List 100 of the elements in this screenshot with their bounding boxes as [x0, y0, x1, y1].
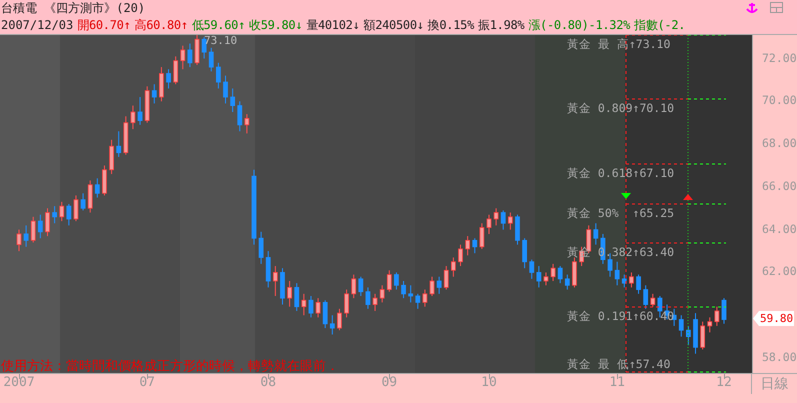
- candlestick: [237, 100, 242, 132]
- golden-level-label: 黃金 最 高↑73.10: [567, 37, 670, 51]
- candlestick: [166, 68, 171, 89]
- candlestick: [436, 276, 442, 294]
- candlestick: [173, 56, 178, 85]
- candlestick: [358, 276, 364, 296]
- candlestick: [722, 298, 726, 324]
- candlestick: [188, 43, 192, 68]
- price-tick-label: 66.00: [762, 178, 797, 193]
- candlestick: [450, 256, 456, 278]
- candlestick: [678, 314, 684, 338]
- candlestick: [458, 244, 463, 267]
- candlestick: [266, 250, 271, 288]
- candlestick: [24, 224, 29, 248]
- candlestick: [366, 286, 370, 310]
- candlestick: [558, 266, 563, 284]
- candlestick: [94, 178, 100, 198]
- candlestick: [351, 274, 356, 299]
- candlestick: [636, 274, 641, 294]
- candlestick: [430, 276, 434, 296]
- candlestick: [322, 300, 328, 329]
- candlestick: [230, 88, 236, 113]
- candlestick: [180, 45, 186, 70]
- candlestick: [486, 214, 492, 234]
- quote-value: 開60.70↑: [77, 17, 130, 34]
- candlestick: [529, 259, 534, 280]
- candlestick: [223, 75, 228, 104]
- golden-level-label: 黃金 50% ↑65.25: [567, 206, 674, 220]
- candlestick: [550, 263, 556, 282]
- candlestick: [494, 208, 499, 226]
- candlestick: [500, 210, 506, 230]
- candlestick: [59, 201, 64, 222]
- anchor-icon[interactable]: [746, 2, 758, 14]
- candlestick: [472, 238, 478, 254]
- price-tick-label: 64.00: [762, 222, 797, 236]
- candlestick: [508, 212, 513, 230]
- candlestick: [45, 208, 50, 237]
- grid-icon[interactable]: [770, 2, 783, 13]
- candlestick: [564, 274, 570, 290]
- candlestick: [479, 222, 484, 250]
- candlestick: [700, 321, 706, 350]
- date-tick-label: 09: [381, 375, 398, 390]
- candlestick: [380, 284, 385, 303]
- candlestick: [152, 84, 157, 104]
- candlestick: [422, 289, 428, 308]
- candlestick: [301, 293, 306, 316]
- candlestick: [272, 266, 278, 296]
- candlestick: [515, 214, 520, 246]
- candlestick: [244, 114, 250, 134]
- candlestick: [714, 306, 720, 326]
- price-tick-label: 72.00: [762, 50, 797, 65]
- candlestick: [394, 272, 399, 290]
- date-tick-label: 08: [260, 375, 276, 390]
- candlestick: [258, 231, 264, 264]
- candlestick: [74, 194, 78, 222]
- golden-level-label: 黃金 最 低↑57.40: [567, 357, 670, 371]
- candlestick: [316, 298, 320, 318]
- quote-value: 低59.60↑: [192, 17, 245, 34]
- golden-level-label: 黃金 0.618↑67.10: [567, 166, 674, 180]
- candlestick: [88, 180, 93, 214]
- candlestick: [66, 204, 72, 226]
- quote-value: 收59.80↓: [249, 17, 302, 34]
- date-tick-label: 2007: [3, 375, 35, 390]
- candlestick: [159, 66, 164, 102]
- candlestick: [686, 325, 691, 346]
- date-tick-label: 07: [139, 375, 155, 390]
- candlestick: [38, 214, 43, 239]
- candlestick: [102, 164, 107, 196]
- candlestick: [707, 316, 712, 333]
- quote-value: 振1.98%: [478, 17, 524, 34]
- price-tick-label: 68.00: [762, 136, 797, 150]
- quote-value: 額240500↓: [364, 17, 424, 34]
- quote-value: 換0.15%: [428, 17, 474, 34]
- usage-note: 使用方法：當時間和價格成正方形的時候，轉勢就在眼前．: [1, 358, 339, 375]
- date-tick-label: 11: [609, 375, 625, 390]
- candlestick: [337, 308, 342, 331]
- candlestick: [629, 272, 634, 288]
- period-label: 日線: [751, 374, 797, 394]
- candlestick: [415, 293, 420, 310]
- date-tick-label: 10: [481, 375, 497, 390]
- candlestick: [401, 280, 406, 299]
- price-tick-label: 62.00: [762, 264, 797, 278]
- candlestick: [287, 280, 292, 308]
- quote-value: 漲(-0.80)-1.32%: [528, 17, 630, 34]
- candlestick: [294, 282, 300, 312]
- candlestick: [130, 105, 136, 130]
- candlestick: [650, 293, 656, 308]
- candlestick: [536, 266, 542, 288]
- candlestick: [522, 238, 528, 269]
- candlestick: [444, 266, 449, 290]
- candlestick: [593, 222, 598, 246]
- candlestick: [116, 130, 122, 158]
- chart-title: 台積電 《四方測市》(20): [1, 0, 146, 17]
- candlestick: [308, 295, 314, 318]
- candlestick: [30, 216, 36, 244]
- candlestick: [194, 35, 200, 66]
- candlestick: [52, 206, 58, 224]
- candlestick: [109, 139, 114, 175]
- price-tick-label: 58.00: [762, 350, 797, 364]
- date-tick-label: 12: [716, 375, 732, 390]
